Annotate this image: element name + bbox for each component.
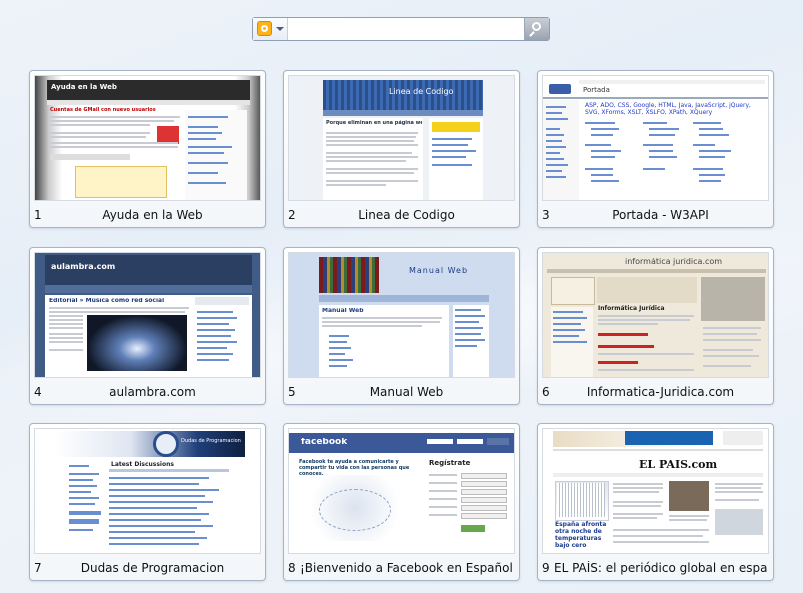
search-go-button[interactable] [524, 18, 549, 40]
tile-number: 9 [542, 561, 550, 575]
tile-number: 5 [288, 385, 296, 399]
search-bar [252, 17, 550, 41]
speed-dial-tile-1[interactable]: Ayuda en la Web Cuentas de GMail con nue… [29, 70, 266, 228]
tile-number: 7 [34, 561, 42, 575]
speed-dial-tile-5[interactable]: Manual Web Manual Web 5 Manual Web [283, 247, 520, 405]
page-thumbnail: facebook Facebook te ayuda a comunicarte… [288, 428, 515, 554]
tile-title: Portada - W3API [612, 208, 709, 222]
search-engine-logo-icon [257, 21, 272, 36]
tile-title: EL PAÍS: el periódico global en espa... [554, 561, 767, 575]
tile-number: 4 [34, 385, 42, 399]
speed-dial-tile-3[interactable]: Portada ASP, ADO, CSS, Google, HTML, Jav… [537, 70, 774, 228]
tile-title: aulambra.com [109, 385, 196, 399]
speed-dial-tile-6[interactable]: informática jurídica.com Informática Jur… [537, 247, 774, 405]
page-thumbnail: Ayuda en la Web Cuentas de GMail con nue… [34, 75, 261, 201]
tile-title: Ayuda en la Web [102, 208, 203, 222]
page-thumbnail: informática jurídica.com Informática Jur… [542, 252, 769, 378]
page-thumbnail: EL PAÍS.com España afronta otra noche de… [542, 428, 769, 554]
tile-title: Manual Web [369, 385, 444, 399]
page-thumbnail: Dudas de Programacion Latest Discussions [34, 428, 261, 554]
page-thumbnail: Linea de Codigo Porque eliminan en una p… [288, 75, 515, 201]
tile-number: 6 [542, 385, 550, 399]
magnifier-icon [532, 22, 541, 31]
tile-title: Dudas de Programacion [80, 561, 225, 575]
tile-number: 8 [288, 561, 296, 575]
tile-number: 3 [542, 208, 550, 222]
tile-number: 2 [288, 208, 296, 222]
search-engine-selector[interactable] [253, 18, 288, 40]
tile-title: Linea de Codigo [358, 208, 455, 222]
tile-title: ¡Bienvenido a Facebook en Español ... [300, 561, 513, 575]
search-input[interactable] [291, 20, 511, 38]
page-thumbnail: aulambra.com Editorial » Música como red… [34, 252, 261, 378]
tile-title: Informatica-Juridica.com [586, 385, 735, 399]
page-thumbnail: Portada ASP, ADO, CSS, Google, HTML, Jav… [542, 75, 769, 201]
speed-dial-tile-9[interactable]: EL PAÍS.com España afronta otra noche de… [537, 423, 774, 581]
tile-number: 1 [34, 208, 42, 222]
speed-dial-tile-2[interactable]: Linea de Codigo Porque eliminan en una p… [283, 70, 520, 228]
chevron-down-icon [276, 27, 284, 31]
speed-dial-tile-7[interactable]: Dudas de Programacion Latest Discussions… [29, 423, 266, 581]
page-thumbnail: Manual Web Manual Web [288, 252, 515, 378]
speed-dial-tile-4[interactable]: aulambra.com Editorial » Música como red… [29, 247, 266, 405]
speed-dial-tile-8[interactable]: facebook Facebook te ayuda a comunicarte… [283, 423, 520, 581]
